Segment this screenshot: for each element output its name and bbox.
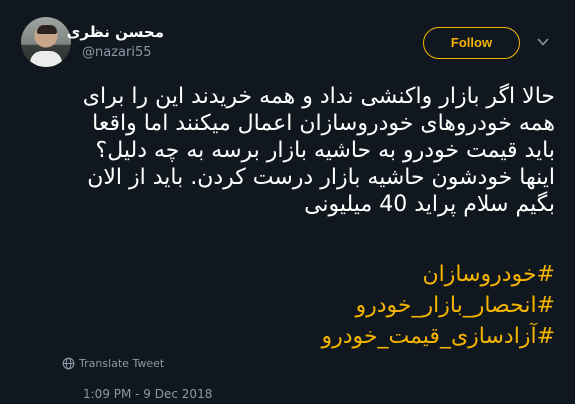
tweet-text-line: اینها خودشون حاشیه بازار درست کردن. باید…: [87, 165, 555, 190]
follow-button[interactable]: Follow: [423, 27, 520, 59]
hashtag-list: #خودروسازان #انحصار_بازار_خودرو #آزادساز…: [20, 259, 555, 352]
tweet-text-line: باید قیمت خودرو به حاشیه بازار برسه به چ…: [95, 138, 555, 163]
tweet-timestamp[interactable]: 1:09 PM - 9 Dec 2018: [83, 387, 212, 401]
hashtag-link[interactable]: #خودروسازان: [20, 259, 555, 290]
tweet-text-line: بگیم سلام پراید 40 میلیونی: [304, 192, 555, 217]
hashtag-link[interactable]: #آزادسازی_قیمت_خودرو: [20, 321, 555, 352]
tweet-card: محسن نظری @nazari55 Follow حالا اگر بازا…: [0, 0, 575, 404]
hashtag-link[interactable]: #انحصار_بازار_خودرو: [20, 290, 555, 321]
globe-icon[interactable]: [62, 357, 75, 370]
author-handle[interactable]: @nazari55: [82, 45, 152, 60]
tweet-text-line: حالا اگر بازار واکنشی نداد و همه خریدند …: [82, 84, 555, 109]
avatar-shirt: [30, 51, 62, 67]
tweet-text: حالا اگر بازار واکنشی نداد و همه خریدند …: [20, 83, 555, 218]
avatar-hair: [37, 25, 57, 34]
chevron-down-icon[interactable]: [537, 36, 549, 48]
avatar[interactable]: [21, 17, 71, 67]
author-display-name[interactable]: محسن نظری: [67, 23, 164, 41]
tweet-text-line: همه خودروهای خودروسازان اعمال میکنند اما…: [92, 111, 555, 136]
translate-tweet-link[interactable]: Translate Tweet: [79, 357, 164, 370]
